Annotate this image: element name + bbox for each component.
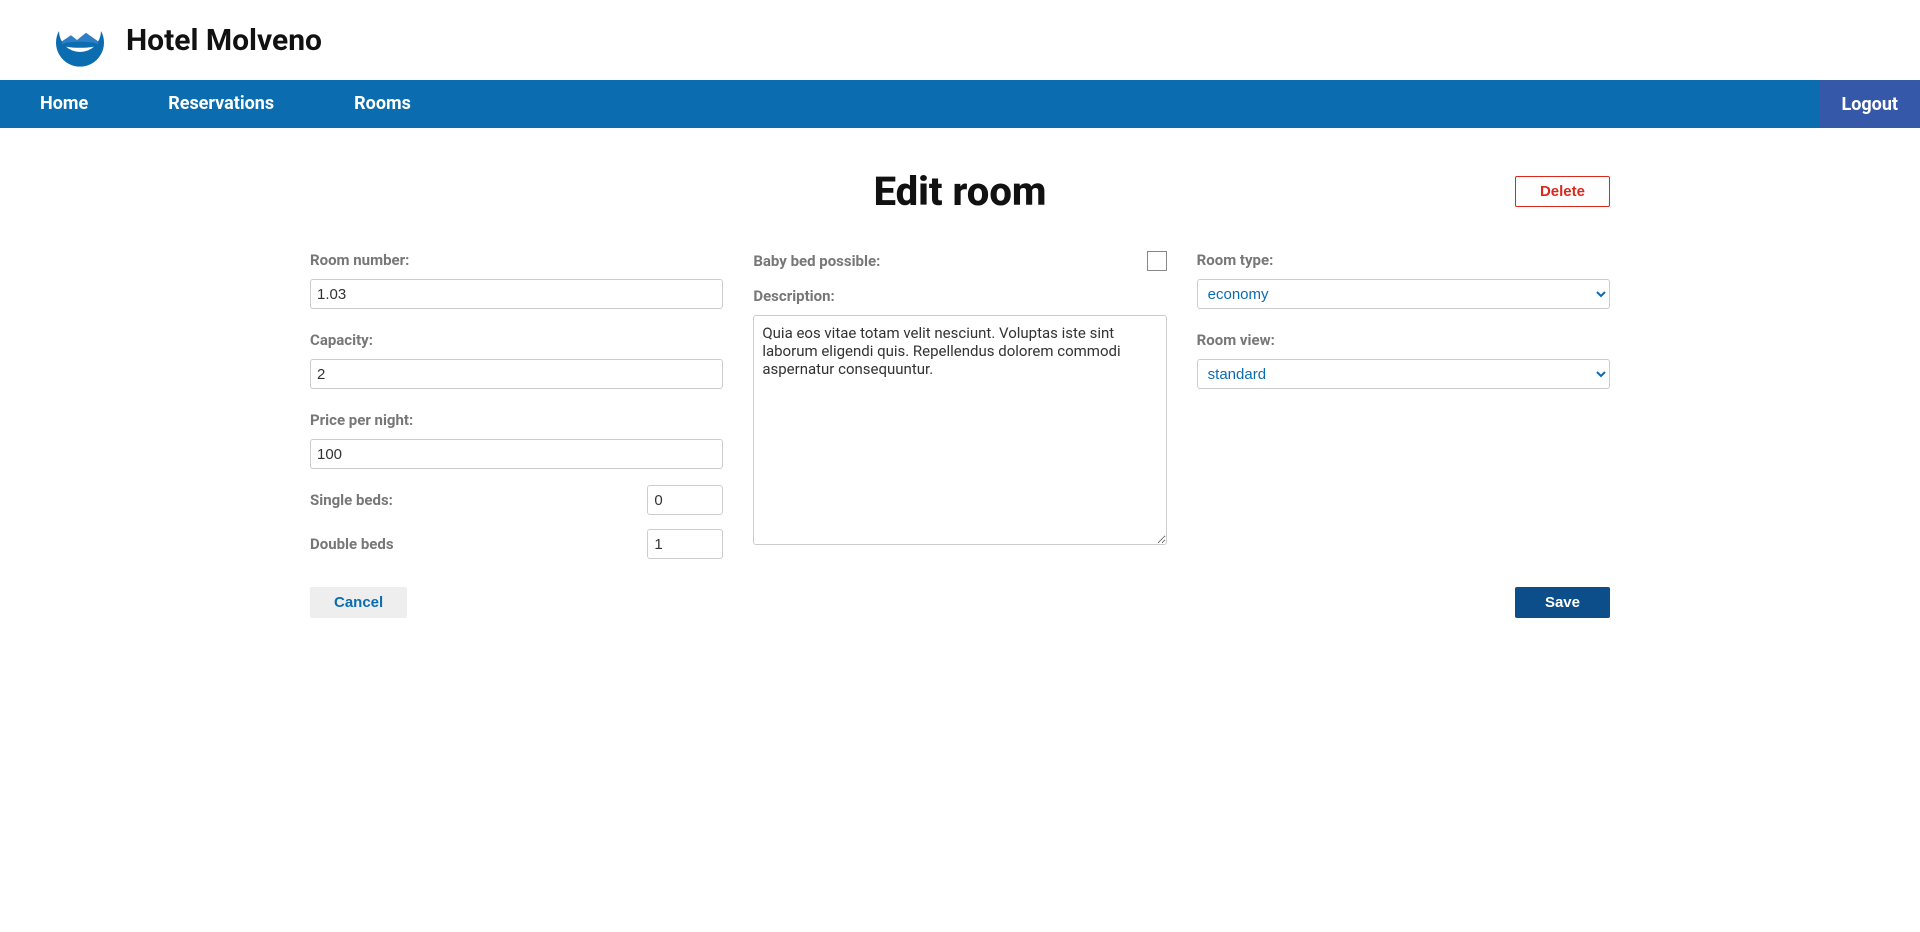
cancel-button[interactable]: Cancel	[310, 587, 407, 618]
baby-bed-row: Baby bed possible:	[753, 251, 1166, 271]
baby-bed-checkbox[interactable]	[1147, 251, 1167, 271]
form-col-1: Room number: Capacity: Price per night: …	[310, 245, 723, 573]
double-beds-label: Double beds	[310, 535, 394, 553]
nav-reservations[interactable]: Reservations	[128, 80, 314, 128]
single-beds-input[interactable]	[647, 485, 723, 515]
room-type-select[interactable]: economy	[1197, 279, 1610, 309]
nav-rooms[interactable]: Rooms	[314, 80, 451, 128]
brand-title: Hotel Molveno	[126, 23, 322, 58]
header: Hotel Molveno	[0, 0, 1920, 80]
nav-bar: Home Reservations Rooms Logout	[0, 80, 1920, 128]
room-view-label: Room view:	[1197, 331, 1610, 349]
room-number-input[interactable]	[310, 279, 723, 309]
room-view-select[interactable]: standard	[1197, 359, 1610, 389]
description-label: Description:	[753, 287, 1166, 305]
double-beds-input[interactable]	[647, 529, 723, 559]
actions-row: Cancel Save	[310, 587, 1610, 618]
price-label: Price per night:	[310, 411, 723, 429]
form-col-3: Room type: economy Room view: standard	[1197, 245, 1610, 573]
page-title: Edit room	[874, 168, 1047, 215]
page-header: Edit room Delete	[310, 168, 1610, 215]
room-number-label: Room number:	[310, 251, 723, 269]
brand-logo-icon	[50, 10, 110, 70]
form-grid: Room number: Capacity: Price per night: …	[310, 245, 1610, 573]
room-type-label: Room type:	[1197, 251, 1610, 269]
single-beds-row: Single beds:	[310, 485, 723, 515]
content: Edit room Delete Room number: Capacity: …	[290, 128, 1630, 638]
form-col-2: Baby bed possible: Description:	[753, 245, 1166, 573]
nav-home[interactable]: Home	[0, 80, 128, 128]
save-button[interactable]: Save	[1515, 587, 1610, 618]
capacity-label: Capacity:	[310, 331, 723, 349]
description-textarea[interactable]	[753, 315, 1166, 545]
double-beds-row: Double beds	[310, 529, 723, 559]
delete-button[interactable]: Delete	[1515, 176, 1610, 207]
price-input[interactable]	[310, 439, 723, 469]
capacity-input[interactable]	[310, 359, 723, 389]
baby-bed-label: Baby bed possible:	[753, 252, 880, 270]
logout-button[interactable]: Logout	[1819, 80, 1920, 128]
single-beds-label: Single beds:	[310, 491, 393, 509]
